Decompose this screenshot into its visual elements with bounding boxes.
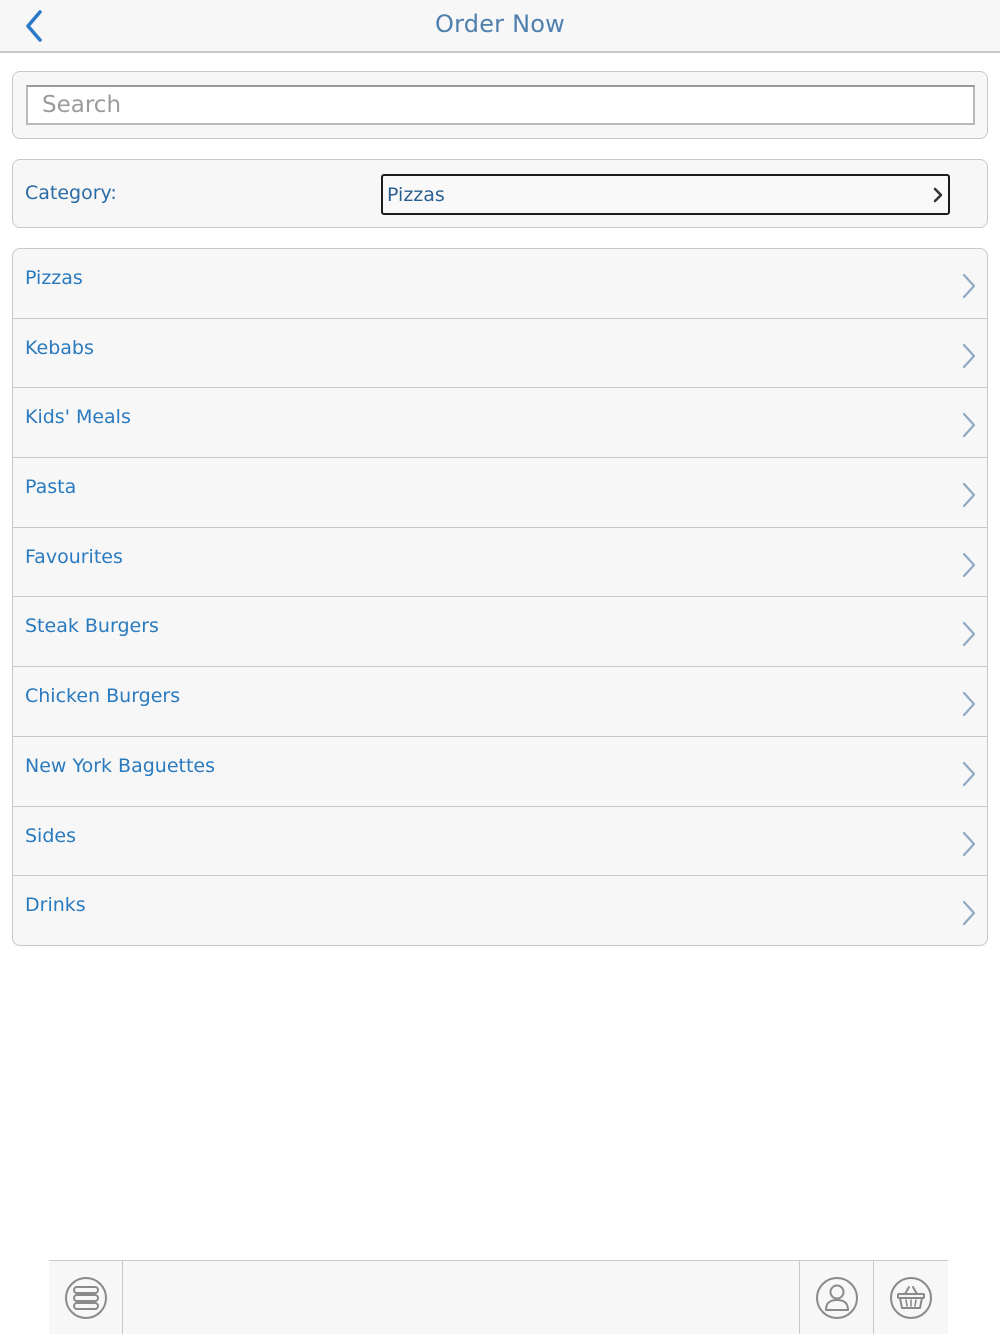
list-item-drinks[interactable]: Drinks <box>13 876 987 945</box>
chevron-right-icon <box>962 413 976 438</box>
chevron-right-icon <box>962 552 976 577</box>
category-label: Category: <box>25 182 117 204</box>
chevron-right-icon <box>962 622 976 647</box>
list-item-new-york-baguettes[interactable]: New York Baguettes <box>13 737 987 807</box>
list-item-pasta[interactable]: Pasta <box>13 458 987 528</box>
search-panel <box>12 71 988 139</box>
menu-stack-icon <box>64 1277 107 1319</box>
category-panel: Category: Pizzas <box>12 159 988 228</box>
account-icon <box>815 1277 858 1319</box>
list-item-kids-meals[interactable]: Kids' Meals <box>13 388 987 459</box>
list-item-label: Sides <box>25 824 76 847</box>
list-item-steak-burgers[interactable]: Steak Burgers <box>13 597 987 668</box>
chevron-right-icon <box>933 187 943 203</box>
basket-button[interactable] <box>874 1261 948 1334</box>
basket-icon <box>890 1277 932 1319</box>
bottom-toolbar <box>49 1260 948 1334</box>
list-item-favourites[interactable]: Favourites <box>13 528 987 598</box>
list-item-pizzas[interactable]: Pizzas <box>13 249 987 319</box>
chevron-right-icon <box>962 901 976 926</box>
category-selected-value: Pizzas <box>387 184 445 206</box>
list-item-label: Steak Burgers <box>25 615 159 638</box>
list-item-label: Kids' Meals <box>25 406 131 429</box>
page-title: Order Now <box>435 10 565 38</box>
list-item-label: Pasta <box>25 476 77 499</box>
list-item-label: Chicken Burgers <box>25 685 181 708</box>
chevron-right-icon <box>962 343 976 368</box>
list-item-label: New York Baguettes <box>25 754 215 777</box>
account-button[interactable] <box>799 1261 874 1334</box>
menu-category-list: Pizzas Kebabs Kids' Meals Pasta Favourit… <box>12 248 988 946</box>
list-item-kebabs[interactable]: Kebabs <box>13 319 987 389</box>
list-item-sides[interactable]: Sides <box>13 807 987 877</box>
top-nav-bar: Order Now <box>0 0 1000 53</box>
category-select[interactable]: Pizzas <box>381 174 950 215</box>
chevron-right-icon <box>962 692 976 717</box>
chevron-right-icon <box>962 273 976 299</box>
chevron-right-icon <box>962 831 976 856</box>
chevron-right-icon <box>962 761 976 786</box>
search-input[interactable] <box>26 85 975 125</box>
list-item-label: Kebabs <box>25 336 94 359</box>
list-item-chicken-burgers[interactable]: Chicken Burgers <box>13 667 987 737</box>
list-item-label: Drinks <box>25 894 86 917</box>
menu-button[interactable] <box>49 1261 123 1334</box>
list-item-label: Favourites <box>25 545 123 568</box>
chevron-right-icon <box>962 482 976 508</box>
list-item-label: Pizzas <box>25 267 83 289</box>
